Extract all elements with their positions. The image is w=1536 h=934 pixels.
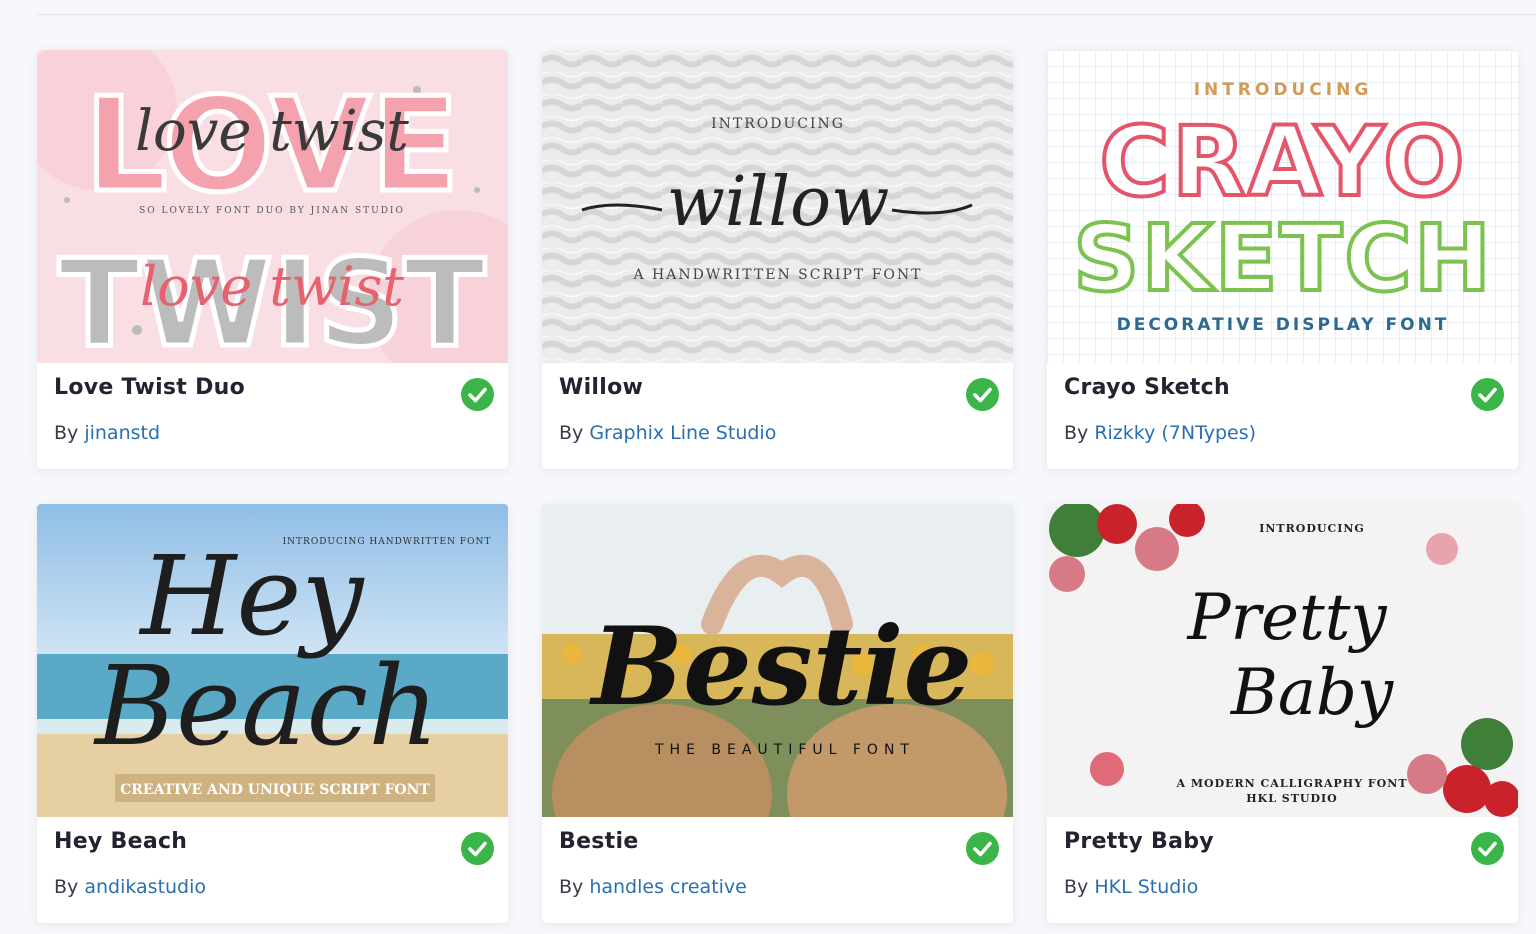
by-label: By	[559, 876, 584, 898]
author-link[interactable]: Rizkky (7NTypes)	[1094, 422, 1256, 444]
preview-line-hey: Hey	[138, 532, 365, 660]
font-preview-image[interactable]: INTRODUCING willow A HANDWRITTEN SCRIPT …	[542, 50, 1013, 363]
preview-script-love-twist: love twist	[135, 99, 409, 164]
font-title[interactable]: Bestie	[559, 829, 639, 854]
font-card[interactable]: INTRODUCING CRAYO SKETCH DECORATIVE DISP…	[1047, 50, 1518, 469]
by-label: By	[1064, 422, 1089, 444]
font-card[interactable]: INTRODUCING willow A HANDWRITTEN SCRIPT …	[542, 50, 1013, 469]
preview-line-beach: Beach	[93, 642, 439, 770]
preview-word-crayo: CRAYO	[1099, 106, 1466, 218]
card-body: Crayo Sketch By Rizkky (7NTypes)	[1047, 363, 1518, 469]
font-preview-image[interactable]: Bestie THE BEAUTIFUL FONT	[542, 504, 1013, 817]
author-link[interactable]: HKL Studio	[1094, 876, 1198, 898]
font-author: By handles creative	[559, 876, 747, 898]
font-card[interactable]: LOVE love twist SO LOVELY FONT DUO BY JI…	[37, 50, 508, 469]
font-author: By HKL Studio	[1064, 876, 1198, 898]
preview-script-name: willow	[667, 163, 890, 242]
preview-tagline: THE BEAUTIFUL FONT	[654, 742, 915, 758]
card-body: Pretty Baby By HKL Studio	[1047, 817, 1518, 923]
font-title[interactable]: Hey Beach	[54, 829, 187, 854]
preview-intro: INTRODUCING	[1259, 522, 1365, 535]
preview-script-love-twist-2: love twist	[140, 255, 404, 318]
font-title[interactable]: Love Twist Duo	[54, 375, 245, 400]
check-circle-icon	[461, 378, 494, 411]
font-card[interactable]: INTRODUCING Pretty Baby A MODERN CALLIGR…	[1047, 504, 1518, 923]
card-body: Bestie By handles creative	[542, 817, 1013, 923]
font-author: By Graphix Line Studio	[559, 422, 776, 444]
author-link[interactable]: handles creative	[589, 876, 747, 898]
card-body: Hey Beach By andikastudio	[37, 817, 508, 923]
by-label: By	[559, 422, 584, 444]
preview-studio: HKL STUDIO	[1246, 792, 1338, 805]
check-circle-icon	[1471, 378, 1504, 411]
font-grid: LOVE love twist SO LOVELY FONT DUO BY JI…	[37, 50, 1518, 923]
author-link[interactable]: Graphix Line Studio	[589, 422, 776, 444]
author-link[interactable]: jinanstd	[84, 422, 160, 444]
font-author: By Rizkky (7NTypes)	[1064, 422, 1256, 444]
by-label: By	[1064, 876, 1089, 898]
author-link[interactable]: andikastudio	[84, 876, 206, 898]
font-preview-image[interactable]: INTRODUCING Pretty Baby A MODERN CALLIGR…	[1047, 504, 1518, 817]
preview-tagline: SO LOVELY FONT DUO BY JINAN STUDIO	[139, 206, 405, 216]
preview-intro: INTRODUCING	[1194, 80, 1373, 100]
font-card[interactable]: Bestie THE BEAUTIFUL FONT Bestie By hand…	[542, 504, 1013, 923]
preview-line-pretty: Pretty	[1186, 581, 1387, 655]
font-author: By jinanstd	[54, 422, 160, 444]
font-title[interactable]: Willow	[559, 375, 643, 400]
preview-tagline: DECORATIVE DISPLAY FONT	[1117, 315, 1450, 335]
by-label: By	[54, 876, 79, 898]
check-circle-icon	[966, 378, 999, 411]
font-card[interactable]: INTRODUCING HANDWRITTEN FONT Hey Beach C…	[37, 504, 508, 923]
preview-intro: INTRODUCING	[711, 116, 845, 132]
card-body: Love Twist Duo By jinanstd	[37, 363, 508, 469]
preview-script-name: Bestie	[589, 604, 972, 730]
font-preview-image[interactable]: LOVE love twist SO LOVELY FONT DUO BY JI…	[37, 50, 508, 363]
by-label: By	[54, 422, 79, 444]
font-title[interactable]: Crayo Sketch	[1064, 375, 1230, 400]
font-preview-image[interactable]: INTRODUCING CRAYO SKETCH DECORATIVE DISP…	[1047, 50, 1518, 363]
font-preview-image[interactable]: INTRODUCING HANDWRITTEN FONT Hey Beach C…	[37, 504, 508, 817]
preview-tagline: A HANDWRITTEN SCRIPT FONT	[632, 267, 922, 283]
preview-tagline: A MODERN CALLIGRAPHY FONT	[1175, 777, 1407, 790]
preview-line-baby: Baby	[1230, 656, 1394, 730]
preview-word-sketch: SKETCH	[1073, 205, 1493, 312]
preview-tagline: CREATIVE AND UNIQUE SCRIPT FONT	[120, 782, 430, 798]
check-circle-icon	[966, 832, 999, 865]
font-author: By andikastudio	[54, 876, 206, 898]
top-divider	[37, 14, 1536, 15]
check-circle-icon	[1471, 832, 1504, 865]
card-body: Willow By Graphix Line Studio	[542, 363, 1013, 469]
check-circle-icon	[461, 832, 494, 865]
font-title[interactable]: Pretty Baby	[1064, 829, 1214, 854]
